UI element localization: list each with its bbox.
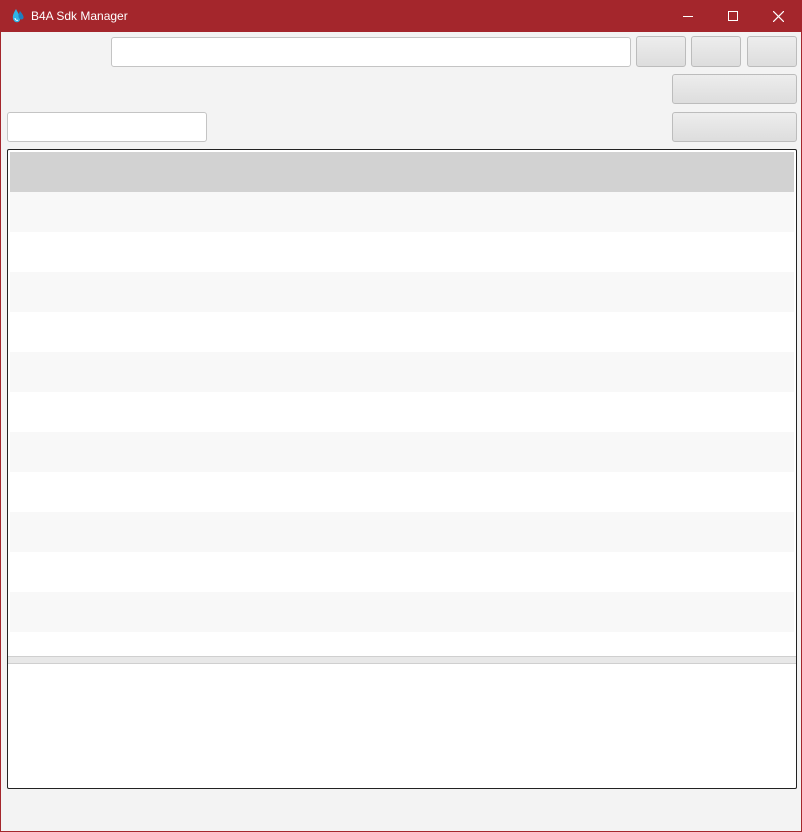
toolbar-button-1[interactable] bbox=[636, 36, 686, 67]
action-button-2[interactable] bbox=[672, 112, 797, 142]
action-button-1[interactable] bbox=[672, 74, 797, 104]
close-icon bbox=[773, 11, 784, 22]
filter-input[interactable] bbox=[7, 112, 207, 142]
toolbar-button-3[interactable] bbox=[747, 36, 797, 67]
b4a-droplet-icon bbox=[10, 8, 26, 24]
table-row[interactable] bbox=[10, 192, 794, 232]
table-row[interactable] bbox=[10, 232, 794, 272]
pane-splitter[interactable] bbox=[8, 656, 796, 664]
table-row[interactable] bbox=[10, 312, 794, 352]
table-row[interactable] bbox=[10, 632, 794, 656]
minimize-button[interactable] bbox=[665, 1, 711, 32]
maximize-icon bbox=[728, 11, 738, 21]
table-row[interactable] bbox=[10, 432, 794, 472]
table-row[interactable] bbox=[10, 472, 794, 512]
table-row[interactable] bbox=[10, 592, 794, 632]
maximize-button[interactable] bbox=[710, 1, 756, 32]
window-title: B4A Sdk Manager bbox=[31, 9, 128, 23]
table-row[interactable] bbox=[10, 552, 794, 592]
sdk-manager-window: B4A Sdk Manager bbox=[0, 0, 802, 832]
toolbar-button-2[interactable] bbox=[691, 36, 741, 67]
table-row[interactable] bbox=[10, 272, 794, 312]
close-button[interactable] bbox=[755, 1, 801, 32]
title-bar[interactable]: B4A Sdk Manager bbox=[1, 1, 801, 32]
table-row[interactable] bbox=[10, 352, 794, 392]
packages-table[interactable] bbox=[10, 192, 794, 656]
table-row[interactable] bbox=[10, 392, 794, 432]
sdk-path-input[interactable] bbox=[111, 37, 631, 67]
minimize-icon bbox=[683, 16, 693, 17]
table-header bbox=[10, 152, 794, 192]
log-output[interactable] bbox=[10, 664, 794, 786]
packages-panel bbox=[7, 149, 797, 789]
table-row[interactable] bbox=[10, 512, 794, 552]
